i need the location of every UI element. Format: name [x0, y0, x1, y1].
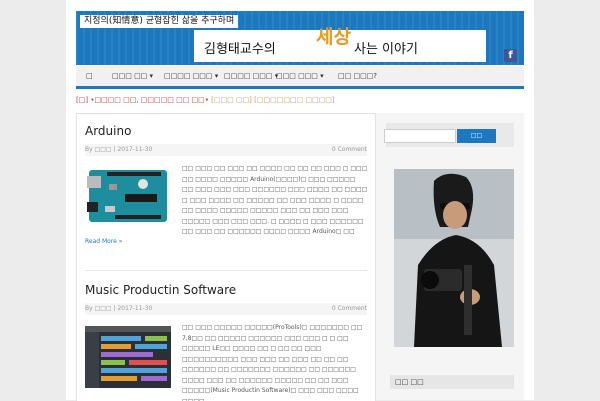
post-excerpt: □□ □□□ □□ □□□ □□ □□□□ □□ □□ □□ □□□ □ □□□… [182, 165, 368, 235]
arduino-board-image[interactable] [85, 166, 171, 226]
post-date: 2017-11-30 [117, 146, 153, 153]
daw-screenshot-image[interactable] [85, 326, 171, 388]
main-content: Arduino By □□□ | 2017-11-30 0 Comment □□… [76, 113, 376, 401]
post-comments[interactable]: 0 Comment [332, 303, 367, 315]
post-title[interactable]: Arduino [85, 124, 131, 138]
nav-item-1[interactable]: □□□ □□ ▾ [112, 72, 153, 80]
header-banner[interactable]: 지정의(知情意) 균형잡힌 삶을 추구하며 김형태교수의 세상 사는 이야기 f [76, 11, 524, 65]
nav-item-3[interactable]: □□□□ □□□ ▾ [224, 72, 278, 80]
ticker-badge: [□] [76, 96, 89, 104]
search-input[interactable] [384, 129, 456, 143]
post-meta: By □□□ | 2017-11-30 0 Comment [85, 303, 367, 315]
post-comments[interactable]: 0 Comment [332, 144, 367, 156]
post-divider [85, 270, 367, 271]
ticker-text[interactable]: •□□□□ □□, □□□□□ □□ □□• [90, 96, 209, 104]
ticker-link-2[interactable]: [□□□□□□□ □□□□] [254, 96, 334, 104]
ticker-link-1[interactable]: [□□□ □□] [211, 96, 252, 104]
sidebar: □□ □□ □□ [376, 113, 524, 400]
post-author[interactable]: □□□ [95, 305, 112, 312]
post-title[interactable]: Music Productin Software [85, 283, 236, 297]
widget-title: □□ □□ [390, 375, 514, 389]
post-author[interactable]: □□□ [95, 146, 112, 153]
main-nav: □ □□□ □□ ▾ □□□□ □□□ ▾ □□□□ □□□ ▾ □□□ □□□… [76, 66, 524, 89]
post-by-label: By [85, 146, 93, 153]
site-title-highlight: 세상 [316, 26, 351, 48]
nav-item-5[interactable]: □□ □□□? [338, 72, 377, 80]
search-button[interactable]: □□ [457, 129, 496, 143]
facebook-icon[interactable]: f [504, 49, 517, 62]
post-excerpt: □□ □□□ □□□□□ □□□□□(ProTools)□ □□□□□□□ □□… [182, 324, 363, 401]
nav-item-4[interactable]: □□□ □□□ ▾ [276, 72, 324, 80]
news-ticker: [□] •□□□□ □□, □□□□□ □□ □□• [□□□ □□] [□□□… [76, 96, 335, 104]
nav-item-home[interactable]: □ [86, 72, 93, 80]
page: 지정의(知情意) 균형잡힌 삶을 추구하며 김형태교수의 세상 사는 이야기 f… [66, 0, 534, 401]
site-title-part1: 김형태교수의 [204, 42, 276, 57]
site-title-part2: 사는 이야기 [354, 42, 418, 57]
post-date: 2017-11-30 [117, 305, 153, 312]
post-meta: By □□□ | 2017-11-30 0 Comment [85, 144, 367, 156]
nav-item-2[interactable]: □□□□ □□□ ▾ [164, 72, 218, 80]
post-by-label: By [85, 305, 93, 312]
profile-photo [394, 169, 514, 347]
site-title[interactable]: 김형태교수의 세상 사는 이야기 [194, 26, 486, 62]
read-more-link[interactable]: Read More » [85, 238, 122, 245]
site-tagline: 지정의(知情意) 균형잡힌 삶을 추구하며 [80, 15, 239, 28]
